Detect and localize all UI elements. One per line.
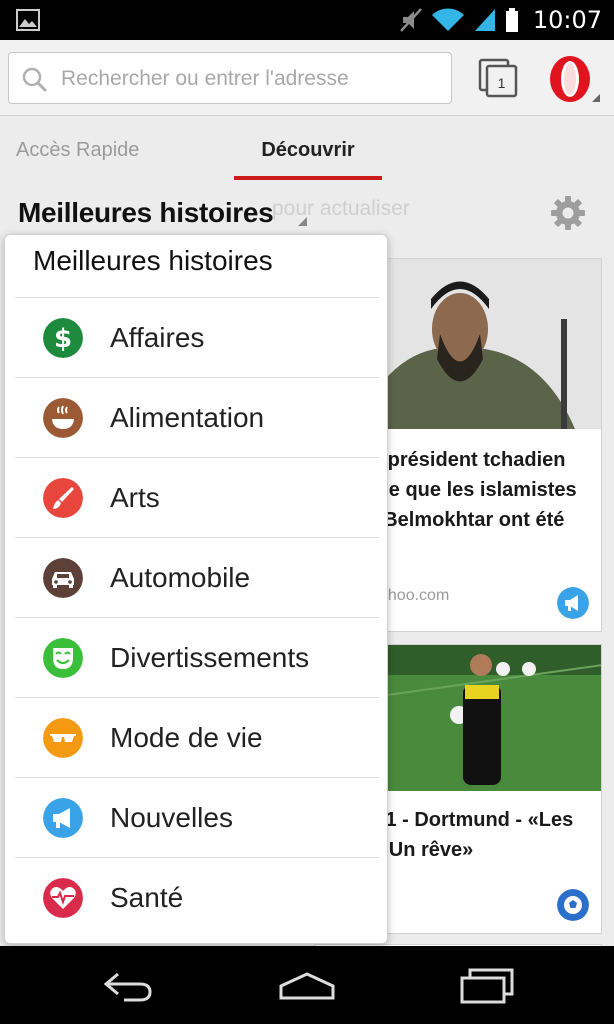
- address-bar: Rechercher ou entrer l'adresse 1: [0, 40, 614, 116]
- gear-icon[interactable]: [550, 195, 586, 231]
- dropdown-header[interactable]: Meilleures histoires: [33, 245, 273, 277]
- category-label: Nouvelles: [110, 802, 233, 833]
- car-icon: [43, 558, 83, 598]
- gallery-icon: [16, 9, 40, 31]
- category-dropdown: Meilleures histoires $ Affaires Alimenta…: [4, 234, 388, 944]
- battery-icon: [505, 8, 518, 32]
- category-label: Divertissements: [110, 642, 310, 673]
- category-label: Alimentation: [110, 402, 265, 433]
- megaphone-icon: [557, 587, 589, 619]
- page-tabs: Accès Rapide Découvrir: [0, 117, 614, 181]
- paintbrush-icon: [43, 478, 83, 518]
- dollar-icon: $: [43, 318, 83, 358]
- headline-line: ? Un rêve»: [371, 839, 474, 861]
- opera-logo-icon[interactable]: [546, 54, 602, 104]
- tabs-button[interactable]: 1: [478, 58, 518, 98]
- headline-line: me que les islamistes: [371, 479, 577, 501]
- theater-mask-icon: [43, 638, 83, 678]
- headline-line: e président tchadien: [371, 449, 566, 471]
- category-label: Affaires: [110, 322, 205, 353]
- wifi-icon: [431, 8, 464, 31]
- section-title[interactable]: Meilleures histoires: [18, 197, 274, 229]
- category-item-nouvelles[interactable]: Nouvelles: [15, 777, 379, 857]
- category-item-mode-de-vie[interactable]: Mode de vie: [15, 697, 379, 777]
- active-tab-indicator: [234, 176, 382, 180]
- category-label: Arts: [110, 482, 160, 513]
- category-label: Santé: [110, 882, 184, 913]
- search-icon: [22, 67, 48, 93]
- category-label: Automobile: [110, 562, 251, 593]
- status-bar: 10:07: [0, 0, 614, 40]
- tab-acces-rapide[interactable]: Accès Rapide: [16, 139, 139, 162]
- signal-icon: [474, 9, 495, 31]
- dropdown-caret-icon[interactable]: [298, 217, 307, 226]
- status-time: 10:07: [532, 6, 602, 34]
- search-input[interactable]: Rechercher ou entrer l'adresse: [8, 52, 452, 104]
- category-item-alimentation[interactable]: Alimentation: [15, 377, 379, 457]
- pull-to-refresh-hint: pour actualiser: [272, 197, 410, 220]
- search-placeholder: Rechercher ou entrer l'adresse: [61, 67, 349, 90]
- heartbeat-icon: [43, 878, 83, 918]
- mute-icon: [399, 8, 422, 32]
- home-icon[interactable]: [277, 968, 337, 1004]
- tab-count: 1: [498, 75, 506, 91]
- category-item-sante[interactable]: Santé: [15, 857, 379, 937]
- svg-text:$: $: [54, 324, 72, 354]
- category-item-arts[interactable]: Arts: [15, 457, 379, 537]
- headline-line: C1 - Dortmund - «Les: [371, 809, 574, 831]
- category-item-automobile[interactable]: Automobile: [15, 537, 379, 617]
- soccer-ball-icon: [557, 889, 589, 921]
- tab-decouvrir[interactable]: Découvrir: [234, 139, 382, 162]
- megaphone-icon: [43, 798, 83, 838]
- category-item-divertissements[interactable]: Divertissements: [15, 617, 379, 697]
- back-icon[interactable]: [100, 968, 156, 1004]
- category-item-affaires[interactable]: $ Affaires: [15, 297, 379, 377]
- coffee-icon: [43, 398, 83, 438]
- glasses-icon: [43, 718, 83, 758]
- headline-line: : Belmokhtar ont été: [371, 509, 565, 531]
- system-navigation-bar: [0, 946, 614, 1024]
- recent-apps-icon[interactable]: [458, 968, 516, 1004]
- category-label: Mode de vie: [110, 722, 263, 753]
